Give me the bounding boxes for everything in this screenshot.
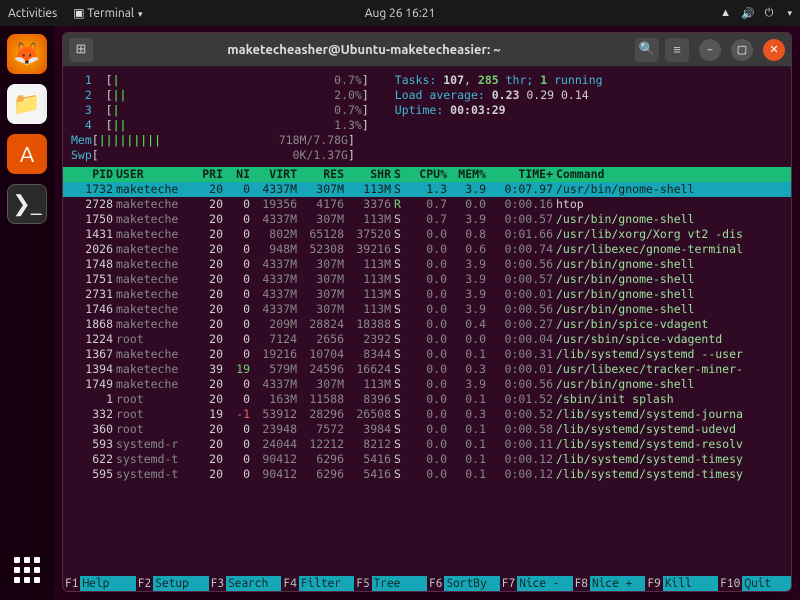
new-tab-button[interactable]: ⊞ — [69, 38, 93, 62]
titlebar[interactable]: ⊞ maketecheasher@Ubuntu-maketecheasier: … — [63, 33, 791, 67]
process-header[interactable]: PIDUSERPRINIVIRTRESSHRSCPU%MEM%TIME+Comm… — [63, 167, 791, 182]
clock[interactable]: Aug 26 16:21 — [365, 7, 436, 20]
table-row[interactable]: 1224root200712426562392S0.00.00:00.04/us… — [63, 332, 791, 347]
terminal-window: ⊞ maketecheasher@Ubuntu-maketecheasier: … — [62, 32, 792, 592]
table-row[interactable]: 1431maketeche200802M6512837520S0.00.80:0… — [63, 227, 791, 242]
table-row[interactable]: 593systemd-r20024044122128212S0.00.10:00… — [63, 437, 791, 452]
fnkey-F8[interactable]: F8Nice + — [573, 576, 646, 591]
swap-meter: Swp[ 0K/1.37G] — [71, 148, 783, 163]
cpu-meters: 1 [| 0.7%] 2 [|| 2.0%] 3 [| 0.7%] 4 [|| … — [71, 73, 369, 133]
table-row[interactable]: 1750maketeche2004337M307M113MS0.73.90:00… — [63, 212, 791, 227]
function-keys: F1HelpF2SetupF3SearchF4FilterF5TreeF6Sor… — [63, 576, 791, 591]
fnkey-F10[interactable]: F10Quit — [718, 576, 791, 591]
volume-icon[interactable]: 🔊 — [741, 7, 755, 20]
close-button[interactable]: ✕ — [763, 39, 785, 61]
maximize-button[interactable]: ▢ — [731, 39, 753, 61]
system-info: Tasks: 107, 285 thr; 1 running Load aver… — [395, 73, 603, 133]
table-row[interactable]: 595systemd-t2009041262965416S0.00.10:00.… — [63, 467, 791, 482]
fnkey-F9[interactable]: F9Kill — [645, 576, 718, 591]
table-row[interactable]: 1748maketeche2004337M307M113MS0.03.90:00… — [63, 257, 791, 272]
firefox-icon[interactable]: 🦊 — [7, 34, 47, 74]
fnkey-F5[interactable]: F5Tree — [354, 576, 427, 591]
files-icon[interactable]: 📁 — [7, 84, 47, 124]
app-menu[interactable]: ▣ Terminal▾ — [73, 6, 142, 20]
table-row[interactable]: 2731maketeche2004337M307M113MS0.03.90:00… — [63, 287, 791, 302]
search-button[interactable]: 🔍 — [635, 38, 659, 62]
fnkey-F7[interactable]: F7Nice - — [500, 576, 573, 591]
system-menu-chevron[interactable]: ▾ — [787, 8, 792, 19]
fnkey-F4[interactable]: F4Filter — [281, 576, 354, 591]
fnkey-F3[interactable]: F3Search — [209, 576, 282, 591]
terminal-icon[interactable]: ❯_ — [7, 184, 47, 224]
gnome-topbar: Activities ▣ Terminal▾ Aug 26 16:21 ▲ 🔊 … — [0, 0, 800, 26]
activities-button[interactable]: Activities — [8, 7, 57, 20]
table-row[interactable]: 1868maketeche200209M2882418388S0.00.40:0… — [63, 317, 791, 332]
table-row[interactable]: 622systemd-t2009041262965416S0.00.10:00.… — [63, 452, 791, 467]
table-row[interactable]: 332root19-1539122829626508S0.00.30:00.52… — [63, 407, 791, 422]
table-row[interactable]: 1367maketeche20019216107048344S0.00.10:0… — [63, 347, 791, 362]
network-icon[interactable]: ▲ — [720, 7, 731, 19]
table-row[interactable]: 1749maketeche2004337M307M113MS0.03.90:00… — [63, 377, 791, 392]
table-row[interactable]: 1732maketeche2004337M307M113MS1.33.90:07… — [63, 182, 791, 197]
fnkey-F6[interactable]: F6SortBy — [427, 576, 500, 591]
table-row[interactable]: 1751maketeche2004337M307M113MS0.03.90:00… — [63, 272, 791, 287]
table-row[interactable]: 1root200163M115888396S0.00.10:01.52/sbin… — [63, 392, 791, 407]
menu-button[interactable]: ≡ — [665, 38, 689, 62]
table-row[interactable]: 2026maketeche200948M5230839216S0.00.60:0… — [63, 242, 791, 257]
table-row[interactable]: 1394maketeche3919579M2459616624S0.00.30:… — [63, 362, 791, 377]
table-row[interactable]: 2728maketeche2001935641763376R0.70.00:00… — [63, 197, 791, 212]
fnkey-F1[interactable]: F1Help — [63, 576, 136, 591]
window-title: maketecheasher@Ubuntu-maketecheasier: ~ — [99, 43, 629, 57]
mem-meter: Mem[||||||||| 718M/7.78G] — [71, 133, 783, 148]
process-list[interactable]: 1732maketeche2004337M307M113MS1.33.90:07… — [71, 182, 783, 482]
minimize-button[interactable]: − — [699, 39, 721, 61]
table-row[interactable]: 360root2002394875723984S0.00.10:00.58/li… — [63, 422, 791, 437]
power-icon[interactable]: ⏻ — [765, 7, 774, 20]
fnkey-F2[interactable]: F2Setup — [136, 576, 209, 591]
software-icon[interactable]: A — [7, 134, 47, 174]
dock: 🦊 📁 A ❯_ — [0, 26, 54, 600]
show-apps-icon[interactable] — [7, 550, 47, 590]
terminal-body[interactable]: 1 [| 0.7%] 2 [|| 2.0%] 3 [| 0.7%] 4 [|| … — [63, 67, 791, 591]
table-row[interactable]: 1746maketeche2004337M307M113MS0.03.90:00… — [63, 302, 791, 317]
